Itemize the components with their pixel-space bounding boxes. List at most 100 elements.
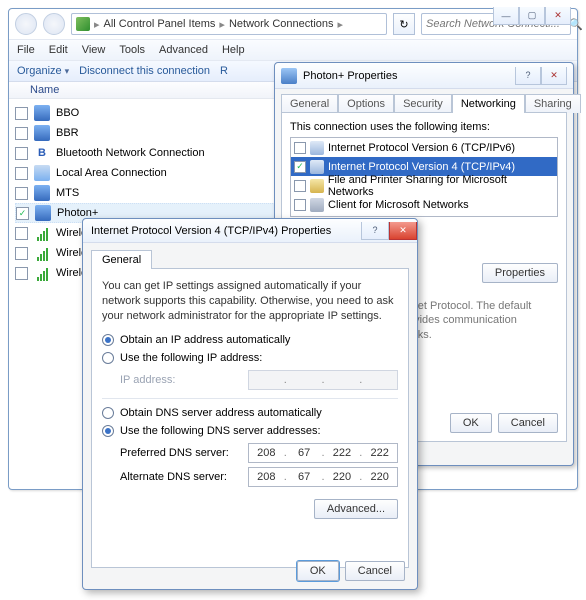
checkbox[interactable] (15, 267, 28, 280)
ipv4-tabs: General (91, 249, 409, 268)
radio-ip-manual[interactable]: Use the following IP address: (102, 352, 398, 364)
radio-label: Use the following DNS server addresses: (120, 425, 321, 437)
tab-options[interactable]: Options (338, 94, 394, 113)
modem-icon (34, 125, 50, 141)
help-button[interactable]: ? (361, 222, 389, 240)
radio-label: Obtain DNS server address automatically (120, 407, 322, 419)
radio-off-icon (102, 407, 114, 419)
checkbox[interactable] (294, 142, 306, 154)
chevron-right-icon: ▸ (338, 18, 344, 31)
checkbox[interactable] (15, 187, 28, 200)
cancel-button[interactable]: Cancel (498, 413, 558, 433)
list-item[interactable]: Client for Microsoft Networks (291, 195, 557, 214)
menu-advanced[interactable]: Advanced (159, 44, 208, 56)
radio-label: Use the following IP address: (120, 352, 262, 364)
tab-sharing[interactable]: Sharing (525, 94, 581, 113)
list-item[interactable]: File and Printer Sharing for Microsoft N… (291, 176, 557, 195)
menu-help[interactable]: Help (222, 44, 245, 56)
close-button[interactable]: ✕ (545, 7, 571, 25)
radio-label: Obtain an IP address automatically (120, 334, 290, 346)
wireless-icon (34, 245, 50, 261)
preferred-dns-row: Preferred DNS server: 208. 67. 222. 222 (102, 443, 398, 463)
protocol-icon (310, 141, 324, 155)
tab-general[interactable]: General (91, 250, 152, 269)
item-label: Internet Protocol Version 6 (TCP/IPv6) (328, 142, 515, 154)
tab-networking[interactable]: Networking (452, 94, 525, 113)
advanced-button[interactable]: Advanced... (314, 499, 398, 519)
menu-tools[interactable]: Tools (119, 44, 145, 56)
menu-file[interactable]: File (17, 44, 35, 56)
alternate-dns-input[interactable]: 208. 67. 220. 220 (248, 467, 398, 487)
checkbox[interactable] (15, 147, 28, 160)
chevron-right-icon: ▸ (219, 18, 225, 31)
item-label: File and Printer Sharing for Microsoft N… (328, 174, 554, 198)
checkbox[interactable] (15, 247, 28, 260)
share-icon (310, 179, 324, 193)
menu-view[interactable]: View (82, 44, 106, 56)
connection-name: MTS (56, 187, 79, 199)
close-button[interactable]: ✕ (389, 222, 417, 240)
checkbox-checked[interactable]: ✓ (16, 207, 29, 220)
checkbox[interactable] (15, 167, 28, 180)
modem-icon (34, 185, 50, 201)
ipv4-description: You can get IP settings assigned automat… (102, 279, 398, 324)
help-button[interactable]: ? (515, 67, 541, 85)
breadcrumb[interactable]: ▸ All Control Panel Items ▸ Network Conn… (71, 13, 387, 35)
connection-name: BBO (56, 107, 79, 119)
wireless-icon (34, 265, 50, 281)
forward-button[interactable] (43, 13, 65, 35)
breadcrumb-item[interactable]: Network Connections (229, 18, 334, 30)
chevron-right-icon: ▸ (94, 18, 100, 31)
checkbox[interactable] (294, 180, 306, 192)
ok-button[interactable]: OK (450, 413, 492, 433)
explorer-titlebar-controls: — ▢ ✕ (493, 7, 571, 25)
ipv4-titlebar: Internet Protocol Version 4 (TCP/IPv4) P… (83, 219, 417, 243)
properties-title: Photon+ Properties (303, 70, 397, 82)
bluetooth-icon: B (34, 145, 50, 161)
rename-button[interactable]: R (220, 65, 228, 77)
menu-edit[interactable]: Edit (49, 44, 68, 56)
item-label: Client for Microsoft Networks (328, 199, 469, 211)
refresh-button[interactable]: ↻ (393, 13, 415, 35)
checkbox[interactable] (15, 127, 28, 140)
ok-button[interactable]: OK (297, 561, 339, 581)
cancel-button[interactable]: Cancel (345, 561, 405, 581)
connection-name: Bluetooth Network Connection (56, 147, 205, 159)
radio-on-icon (102, 425, 114, 437)
close-button[interactable]: ✕ (541, 67, 567, 85)
checkbox-checked[interactable]: ✓ (294, 161, 306, 173)
minimize-button[interactable]: — (493, 7, 519, 25)
control-panel-icon (76, 17, 90, 31)
organize-dropdown[interactable]: Organize ▾ (17, 65, 69, 77)
checkbox[interactable] (15, 107, 28, 120)
properties-button[interactable]: Properties (482, 263, 558, 283)
connection-name: Local Area Connection (56, 167, 167, 179)
disconnect-button[interactable]: Disconnect this connection (79, 65, 210, 77)
radio-dns-auto[interactable]: Obtain DNS server address automatically (102, 407, 398, 419)
uses-label: This connection uses the following items… (290, 121, 558, 133)
protocol-items-list: Internet Protocol Version 6 (TCP/IPv6) ✓… (290, 137, 558, 217)
field-label: IP address: (120, 374, 175, 386)
preferred-dns-input[interactable]: 208. 67. 222. 222 (248, 443, 398, 463)
checkbox[interactable] (15, 227, 28, 240)
ipv4-properties-window: Internet Protocol Version 4 (TCP/IPv4) P… (82, 218, 418, 590)
address-bar: ▸ All Control Panel Items ▸ Network Conn… (9, 9, 577, 39)
checkbox[interactable] (294, 199, 306, 211)
radio-on-icon (102, 334, 114, 346)
breadcrumb-item[interactable]: All Control Panel Items (104, 18, 216, 30)
radio-off-icon (102, 352, 114, 364)
list-item[interactable]: Internet Protocol Version 6 (TCP/IPv6) (291, 138, 557, 157)
back-button[interactable] (15, 13, 37, 35)
tab-security[interactable]: Security (394, 94, 452, 113)
modem-icon (35, 205, 51, 221)
radio-ip-auto[interactable]: Obtain an IP address automatically (102, 334, 398, 346)
tab-general[interactable]: General (281, 94, 338, 113)
field-label: Alternate DNS server: (120, 471, 227, 483)
maximize-button[interactable]: ▢ (519, 7, 545, 25)
client-icon (310, 198, 324, 212)
adapter-icon (281, 68, 297, 84)
radio-dns-manual[interactable]: Use the following DNS server addresses: (102, 425, 398, 437)
alternate-dns-row: Alternate DNS server: 208. 67. 220. 220 (102, 467, 398, 487)
ip-address-input: ... (248, 370, 398, 390)
description-text: rnet Protocol. The default ovides commun… (408, 299, 558, 342)
